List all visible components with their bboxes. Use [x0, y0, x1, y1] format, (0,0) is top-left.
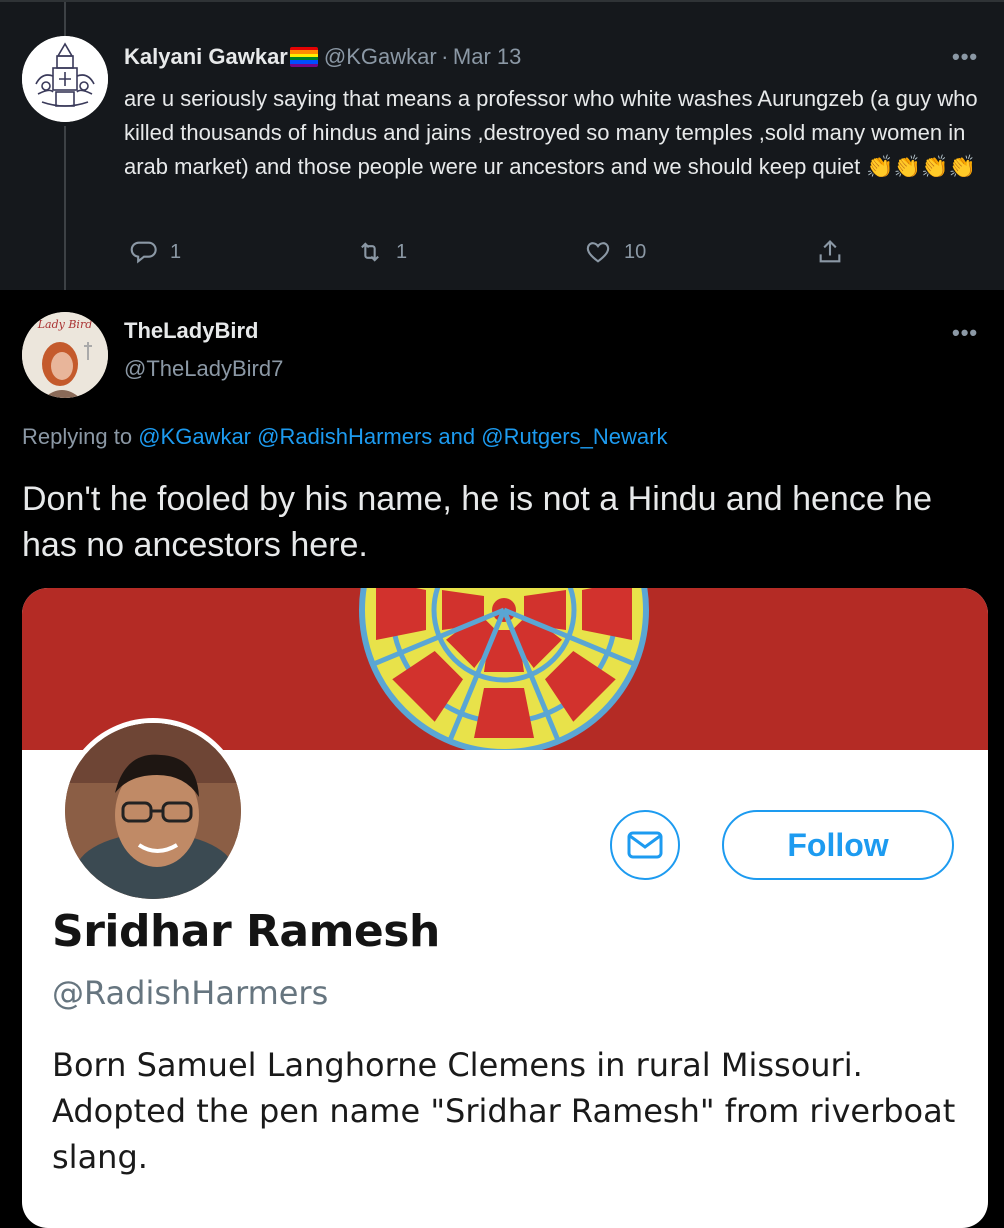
retweet-count: 1 [396, 240, 408, 263]
mail-icon [627, 831, 663, 859]
replying-and[interactable]: and [438, 424, 475, 449]
mention-rutgers-newark[interactable]: @Rutgers_Newark [481, 424, 667, 449]
avatar-ladybird[interactable]: Lady Bird [22, 312, 108, 398]
thread-line [64, 126, 66, 290]
author-handle[interactable]: @TheLadyBird7 [124, 356, 283, 382]
like-action[interactable]: 10 [584, 234, 646, 270]
author-name[interactable]: Kalyani Gawkar [124, 44, 288, 69]
like-count: 10 [624, 240, 647, 263]
separator-dot: · [441, 44, 449, 69]
more-options-icon[interactable]: ••• [952, 44, 978, 70]
profile-card-image[interactable]: Follow Sridhar Ramesh @RadishHarmers Bor… [22, 588, 988, 1228]
reply-icon[interactable] [130, 238, 170, 266]
like-icon[interactable] [584, 238, 624, 266]
svg-text:Lady Bird: Lady Bird [37, 318, 93, 331]
more-options-icon[interactable]: ••• [952, 320, 978, 346]
tweet-text: Don't he fooled by his name, he is not a… [22, 480, 932, 564]
tweet-date[interactable]: Mar 13 [453, 44, 521, 69]
author-name[interactable]: TheLadyBird [124, 318, 258, 344]
author-handle[interactable]: @KGawkar [324, 44, 437, 69]
mention-kgawkar[interactable]: @KGawkar [138, 424, 251, 449]
message-button[interactable] [610, 810, 680, 880]
share-action[interactable] [816, 234, 856, 270]
reply-count: 1 [170, 240, 182, 263]
profile-photo-icon [65, 723, 241, 899]
follow-button[interactable]: Follow [722, 810, 954, 880]
replying-prefix: Replying to [22, 424, 133, 449]
tweet-body: are u seriously saying that means a prof… [124, 86, 978, 179]
mention-radishharmers[interactable]: @RadishHarmers [257, 424, 432, 449]
ladybird-portrait-icon: Lady Bird [22, 312, 108, 398]
profile-handle: @RadishHarmers [52, 974, 329, 1012]
profile-avatar[interactable] [60, 718, 246, 904]
retweet-icon[interactable] [356, 238, 396, 266]
clapping-emoji: 👏👏👏👏 [866, 154, 976, 179]
reply-action[interactable]: 1 [130, 234, 181, 270]
thread-line-top [64, 2, 66, 36]
profile-bio: Born Samuel Langhorne Clemens in rural M… [52, 1046, 956, 1176]
pride-flag-icon [289, 47, 318, 67]
avatar-kalyani[interactable] [22, 36, 108, 122]
replying-to: Replying to @KGawkar @RadishHarmers and … [22, 424, 667, 450]
retweet-action[interactable]: 1 [356, 234, 407, 270]
profile-name: Sridhar Ramesh [52, 906, 440, 957]
share-icon[interactable] [816, 238, 856, 266]
temple-emblem-icon [22, 36, 108, 122]
tweet-text: are u seriously saying that means a prof… [124, 82, 984, 184]
tweet-header: Kalyani Gawkar @KGawkar · Mar 13 [124, 44, 521, 70]
